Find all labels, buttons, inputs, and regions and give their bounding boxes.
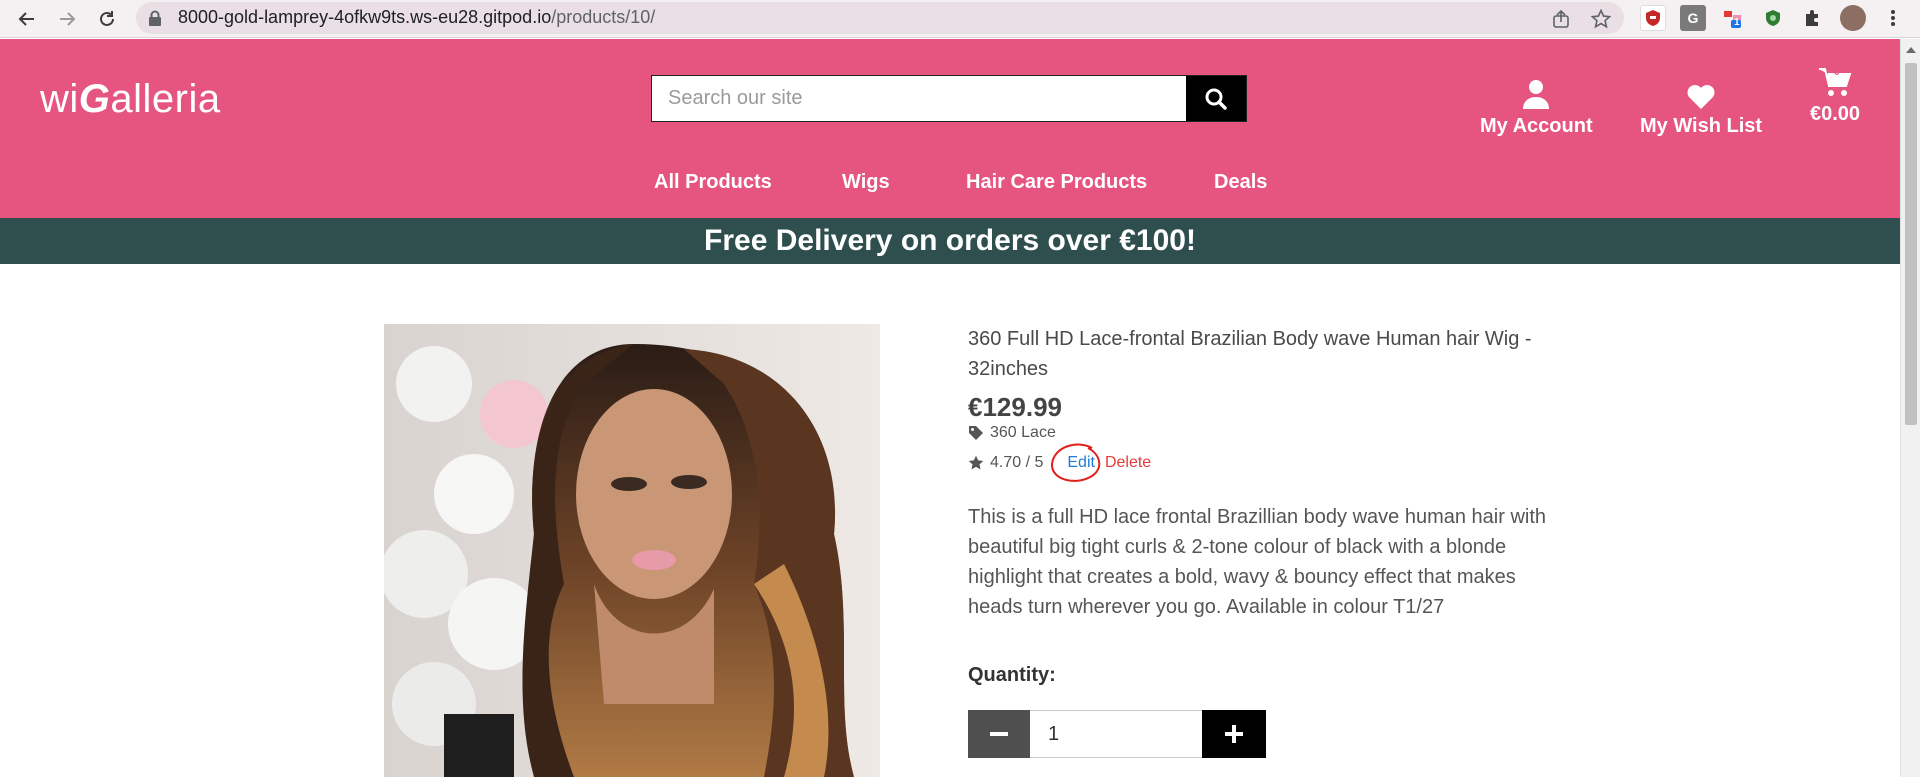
site-header: wiGalleria My Account My Wish List 0 €0.… bbox=[0, 39, 1900, 218]
nav-all-products[interactable]: All Products bbox=[654, 171, 772, 194]
g-ext-icon[interactable]: G bbox=[1680, 5, 1706, 31]
share-icon[interactable] bbox=[1548, 6, 1574, 32]
cart-count-badge: 0 bbox=[1834, 67, 1840, 78]
cart-icon: 0 bbox=[1818, 55, 1852, 97]
cart-link[interactable]: 0 €0.00 bbox=[1810, 55, 1860, 126]
delivery-banner: Free Delivery on orders over €100! bbox=[0, 218, 1900, 264]
tag-icon bbox=[968, 424, 986, 442]
heart-icon bbox=[1686, 75, 1716, 109]
hub-ext-icon[interactable]: 1 bbox=[1720, 5, 1746, 31]
decrement-button[interactable] bbox=[968, 710, 1030, 758]
page-scrollbar[interactable] bbox=[1900, 39, 1920, 777]
product-category-label: 360 Lace bbox=[990, 424, 1056, 441]
product-category[interactable]: 360 Lace bbox=[968, 424, 1056, 442]
delete-link[interactable]: Delete bbox=[1105, 454, 1151, 472]
quantity-input[interactable]: 1 bbox=[1030, 710, 1202, 758]
search-button[interactable] bbox=[1186, 76, 1246, 121]
product-price: €129.99 bbox=[968, 392, 1062, 422]
product-description: This is a full HD lace frontal Brazillia… bbox=[968, 506, 1547, 618]
product-rating: 4.70 / 5 bbox=[990, 454, 1044, 471]
nav-deals[interactable]: Deals bbox=[1214, 171, 1267, 194]
user-icon bbox=[1522, 75, 1550, 109]
forward-icon[interactable] bbox=[54, 6, 80, 32]
browser-toolbar: 8000-gold-lamprey-4ofkw9ts.ws-eu28.gitpo… bbox=[0, 0, 1920, 38]
quantity-label: Quantity: bbox=[968, 664, 1056, 686]
search-input[interactable] bbox=[652, 76, 1187, 121]
bookmark-star-icon[interactable] bbox=[1588, 6, 1614, 32]
extensions-puzzle-icon[interactable] bbox=[1800, 5, 1826, 31]
product-title: 360 Full HD Lace-frontal Brazilian Body … bbox=[968, 328, 1532, 380]
profile-avatar[interactable] bbox=[1840, 5, 1866, 31]
product-rating-row: 4.70 / 5 Edit Delete bbox=[968, 443, 1151, 482]
minus-icon bbox=[990, 732, 1008, 736]
nav-wigs[interactable]: Wigs bbox=[842, 171, 890, 194]
nav-hair-care-products[interactable]: Hair Care Products bbox=[966, 171, 1147, 194]
extension-badge: 1 bbox=[1734, 17, 1740, 28]
product-image bbox=[384, 324, 880, 777]
search-icon bbox=[1205, 88, 1227, 110]
green-shield-ext-icon[interactable] bbox=[1760, 5, 1786, 31]
wishlist-label: My Wish List bbox=[1640, 115, 1763, 137]
main-nav: All Products Wigs Hair Care Products Dea… bbox=[0, 171, 1900, 201]
increment-button[interactable] bbox=[1202, 710, 1266, 758]
quantity-stepper: 1 bbox=[968, 710, 1266, 758]
reload-icon[interactable] bbox=[94, 6, 120, 32]
scrollbar-thumb[interactable] bbox=[1905, 63, 1917, 425]
wishlist-link[interactable]: My Wish List bbox=[1640, 75, 1762, 138]
site-logo[interactable]: wiGalleria bbox=[40, 77, 221, 122]
my-account-label: My Account bbox=[1480, 115, 1593, 137]
annotation-circle bbox=[1050, 443, 1101, 482]
plus-icon bbox=[1225, 725, 1243, 743]
browser-menu-icon[interactable] bbox=[1880, 5, 1906, 31]
lock-icon bbox=[148, 10, 162, 26]
my-account-link[interactable]: My Account bbox=[1480, 75, 1593, 138]
url-text: 8000-gold-lamprey-4ofkw9ts.ws-eu28.gitpo… bbox=[178, 7, 656, 27]
search-form bbox=[651, 75, 1247, 122]
delivery-banner-text: Free Delivery on orders over €100! bbox=[704, 224, 1196, 257]
scroll-up-icon[interactable] bbox=[1906, 47, 1916, 53]
cart-total: €0.00 bbox=[1810, 103, 1861, 125]
product-info: 360 Full HD Lace-frontal Brazilian Body … bbox=[968, 324, 1548, 758]
back-icon[interactable] bbox=[14, 6, 40, 32]
star-icon bbox=[968, 454, 986, 472]
shield-ext-icon[interactable] bbox=[1640, 5, 1666, 31]
